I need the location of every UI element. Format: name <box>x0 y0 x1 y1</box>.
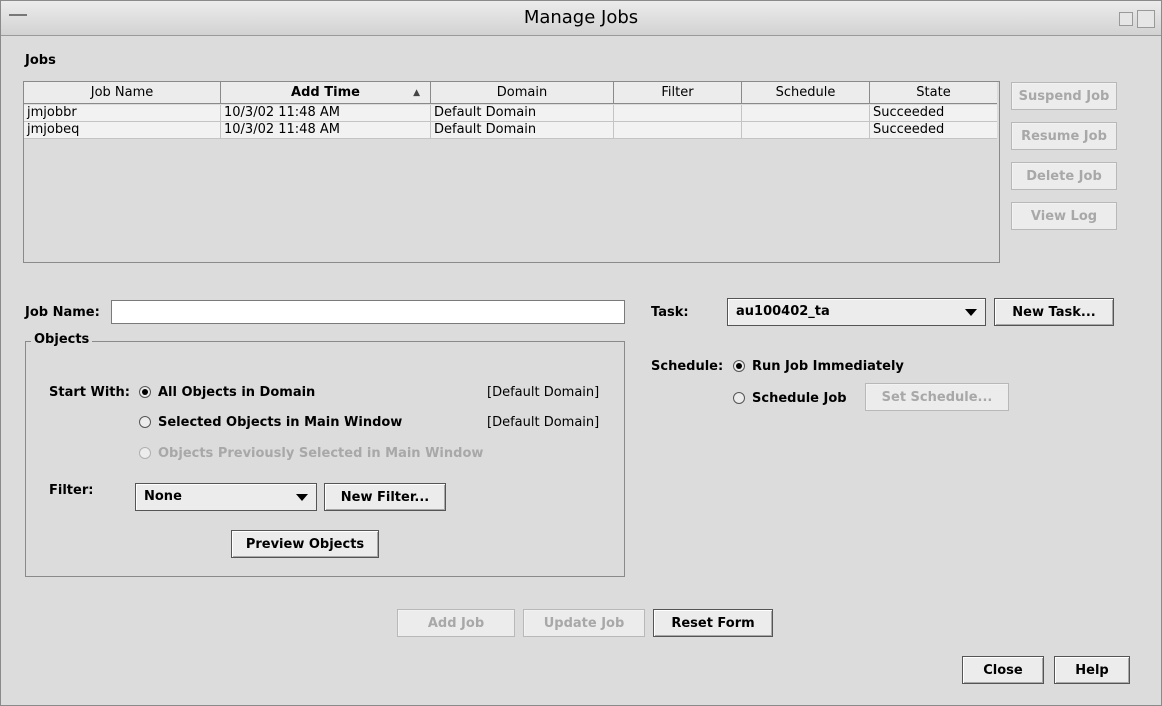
jobs-section-label: Jobs <box>25 53 56 68</box>
all-objects-label[interactable]: All Objects in Domain <box>158 385 315 400</box>
maximize-icon[interactable] <box>1137 10 1155 28</box>
close-button[interactable]: Close <box>962 656 1044 684</box>
title-bar: Manage Jobs <box>1 1 1161 36</box>
job-name-input[interactable] <box>111 300 625 324</box>
sort-ascending-icon: ▲ <box>413 88 420 98</box>
cell-filter <box>614 105 742 121</box>
cell-job-name: jmjobeq <box>24 122 221 138</box>
chevron-down-icon <box>965 309 977 316</box>
chevron-down-icon <box>296 494 308 501</box>
cell-job-name: jmjobbr <box>24 105 221 121</box>
help-button[interactable]: Help <box>1054 656 1130 684</box>
filter-label: Filter: <box>49 483 94 498</box>
cell-schedule <box>742 105 870 121</box>
preview-objects-button[interactable]: Preview Objects <box>231 530 379 558</box>
task-dropdown[interactable]: au100402_ta <box>727 298 986 326</box>
new-filter-button[interactable]: New Filter... <box>324 483 446 511</box>
radio-schedule-job[interactable] <box>733 392 745 404</box>
task-dropdown-value: au100402_ta <box>736 304 830 319</box>
add-job-button[interactable]: Add Job <box>397 609 515 637</box>
cell-state: Succeeded <box>873 122 945 137</box>
cell-domain: Default Domain <box>431 122 614 138</box>
cell-add-time: 10/3/02 11:48 AM <box>221 105 431 121</box>
radio-previous-objects[interactable] <box>139 447 151 459</box>
jobs-table[interactable]: Job Name Add Time ▲ Domain Filter Schedu… <box>23 81 1000 263</box>
update-job-button[interactable]: Update Job <box>523 609 645 637</box>
radio-run-immediately[interactable] <box>733 360 745 372</box>
filter-dropdown-value: None <box>144 489 182 504</box>
run-immediately-label[interactable]: Run Job Immediately <box>752 359 904 374</box>
minimize-icon[interactable] <box>1119 12 1133 26</box>
job-name-label: Job Name: <box>25 305 100 320</box>
cell-add-time: 10/3/02 11:48 AM <box>221 122 431 138</box>
delete-job-button[interactable]: Delete Job <box>1011 162 1117 190</box>
objects-group-label: Objects <box>31 332 93 347</box>
cell-domain: Default Domain <box>431 105 614 121</box>
filter-dropdown[interactable]: None <box>135 483 317 511</box>
previous-objects-label[interactable]: Objects Previously Selected in Main Wind… <box>158 446 483 461</box>
set-schedule-button[interactable]: Set Schedule... <box>865 383 1009 411</box>
table-row[interactable]: jmjobbr 10/3/02 11:48 AM Default Domain … <box>24 105 997 122</box>
table-row[interactable]: jmjobeq 10/3/02 11:48 AM Default Domain … <box>24 122 997 139</box>
cell-filter <box>614 122 742 138</box>
cell-state: Succeeded <box>873 105 945 120</box>
manage-jobs-window: Manage Jobs Jobs Job Name Add Time ▲ Dom… <box>0 0 1162 706</box>
resume-job-button[interactable]: Resume Job <box>1011 122 1117 150</box>
column-header-job-name[interactable]: Job Name <box>24 82 221 104</box>
column-header-add-time[interactable]: Add Time ▲ <box>221 82 431 104</box>
selected-objects-label[interactable]: Selected Objects in Main Window <box>158 415 402 430</box>
task-label: Task: <box>651 305 689 320</box>
schedule-label: Schedule: <box>651 359 724 374</box>
view-log-button[interactable]: View Log <box>1011 202 1117 230</box>
column-header-state[interactable]: State <box>870 82 997 104</box>
new-task-button[interactable]: New Task... <box>994 298 1114 326</box>
window-title: Manage Jobs <box>523 7 639 28</box>
schedule-job-label[interactable]: Schedule Job <box>752 391 847 406</box>
radio-selected-objects[interactable] <box>139 416 151 428</box>
reset-form-button[interactable]: Reset Form <box>653 609 773 637</box>
suspend-job-button[interactable]: Suspend Job <box>1011 82 1117 110</box>
start-with-label: Start With: <box>49 385 130 400</box>
all-objects-domain: [Default Domain] <box>487 385 600 400</box>
column-header-domain[interactable]: Domain <box>431 82 614 104</box>
selected-objects-domain: [Default Domain] <box>487 415 600 430</box>
column-header-filter[interactable]: Filter <box>614 82 742 104</box>
radio-all-objects[interactable] <box>139 386 151 398</box>
column-header-add-time-label: Add Time <box>291 85 360 100</box>
column-header-schedule[interactable]: Schedule <box>742 82 870 104</box>
cell-schedule <box>742 122 870 138</box>
